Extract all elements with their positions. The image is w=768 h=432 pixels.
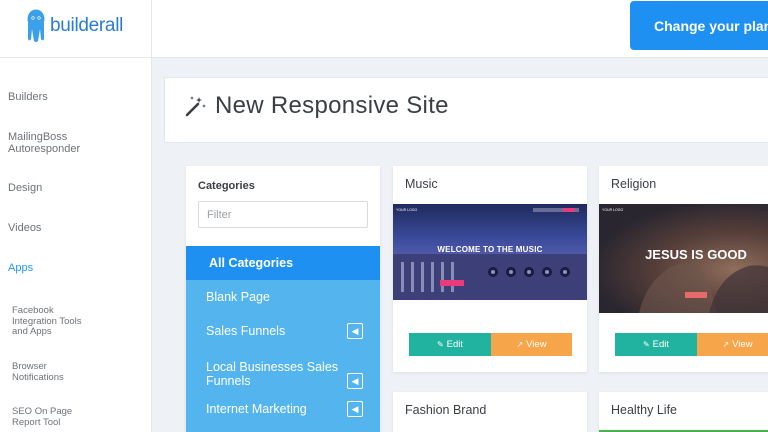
category-item-label: Sales Funnels: [206, 324, 286, 338]
thumb-logo-text: YOUR LOGO: [396, 208, 418, 212]
categories-panel: Categories All Categories Blank Page Sal…: [186, 166, 380, 432]
edit-button[interactable]: ✎ Edit: [615, 333, 697, 356]
category-item-sales-funnels[interactable]: Sales Funnels ◀: [186, 314, 380, 348]
page-title: New Responsive Site: [215, 92, 449, 119]
sidebar-item-builders[interactable]: Builders: [8, 91, 48, 103]
category-item-label: Local Businesses Sales Funnels: [206, 360, 339, 388]
category-item-label: Blank Page: [206, 290, 270, 304]
edit-label: Edit: [446, 339, 464, 350]
thumb-cta: [685, 292, 707, 298]
chevron-left-icon[interactable]: ◀: [347, 373, 363, 389]
template-title: Music: [405, 177, 438, 191]
magic-wand-icon: [185, 96, 206, 117]
edit-button[interactable]: ✎ Edit: [409, 333, 491, 356]
sidebar-subitem-facebook-tools[interactable]: Facebook Integration Tools and Apps: [12, 305, 94, 338]
pencil-icon: ✎: [642, 340, 650, 349]
template-title: Religion: [611, 177, 657, 191]
page-header: New Responsive Site: [164, 77, 768, 143]
template-title: Fashion Brand: [405, 403, 487, 417]
category-item-all[interactable]: All Categories: [186, 246, 380, 280]
view-label: View: [732, 339, 753, 350]
external-link-icon: ↗: [516, 340, 524, 349]
categories-heading: Categories: [198, 180, 255, 192]
template-thumbnail-religion[interactable]: YOUR LOGO JESUS IS GOOD: [599, 204, 768, 313]
category-item-internet-marketing[interactable]: Internet Marketing ◀: [186, 398, 380, 432]
sidebar-item-design[interactable]: Design: [8, 182, 42, 194]
thumb-headline: WELCOME TO THE MUSIC: [437, 245, 543, 254]
thumb-headline: JESUS IS GOOD: [645, 247, 747, 262]
pencil-icon: ✎: [436, 340, 444, 349]
template-thumbnail-music[interactable]: YOUR LOGO WELCOME TO THE MUSIC: [393, 204, 587, 300]
category-list: All Categories Blank Page Sales Funnels …: [186, 246, 380, 432]
logo-divider: [0, 57, 152, 58]
category-item-local-businesses[interactable]: Local Businesses Sales Funnels ◀: [186, 348, 380, 398]
sidebar-subitem-browser-notifications[interactable]: Browser Notifications: [12, 361, 82, 383]
brand-logo[interactable]: builderall: [26, 8, 123, 44]
template-title: Healthy Life: [611, 403, 678, 417]
chevron-left-icon[interactable]: ◀: [347, 401, 363, 417]
category-item-blank-page[interactable]: Blank Page: [186, 280, 380, 314]
octopus-mascot-icon: [27, 9, 45, 42]
sidebar-item-apps[interactable]: Apps: [8, 262, 33, 274]
sidebar-item-mailingboss[interactable]: MailingBoss Autoresponder: [8, 131, 98, 155]
external-link-icon: ↗: [722, 340, 730, 349]
template-card-fashion-brand[interactable]: Fashion Brand: [393, 392, 587, 432]
thumb-logo-text: YOUR LOGO: [602, 208, 624, 212]
sidebar-item-videos[interactable]: Videos: [8, 222, 41, 234]
template-card-religion[interactable]: Religion YOUR LOGO JESUS IS GOOD ✎ Edit ↗…: [599, 166, 768, 372]
edit-label: Edit: [652, 339, 670, 350]
category-item-label: Internet Marketing: [206, 402, 307, 416]
thumb-cta: [440, 280, 464, 286]
chevron-left-icon[interactable]: ◀: [347, 323, 363, 339]
template-card-music[interactable]: Music YOUR LOGO WELCOME TO THE MUSIC ✎ Ed…: [393, 166, 587, 372]
view-button[interactable]: ↗ View: [697, 333, 768, 356]
category-filter-input[interactable]: [198, 201, 368, 228]
view-button[interactable]: ↗ View: [491, 333, 572, 356]
change-plan-button[interactable]: Change your plan: [630, 1, 768, 50]
view-label: View: [526, 339, 547, 350]
sidebar-subitem-seo-report[interactable]: SEO On Page Report Tool: [12, 406, 82, 428]
template-card-healthy-life[interactable]: Healthy Life: [599, 392, 768, 432]
sidebar: builderall Builders MailingBoss Autoresp…: [0, 0, 152, 432]
brand-name: builderall: [50, 15, 124, 36]
